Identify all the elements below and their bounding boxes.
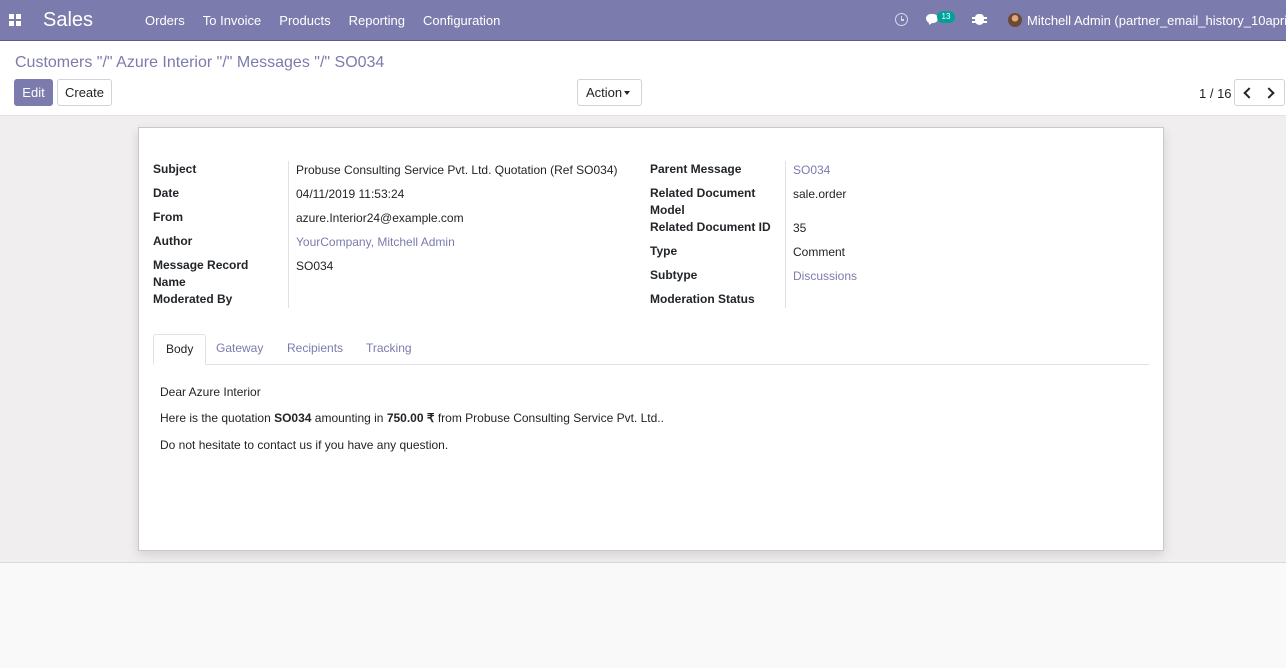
main-menu: Orders To Invoice Products Reporting Con… [136, 0, 509, 41]
tab-gateway[interactable]: Gateway [204, 334, 275, 365]
from-value: azure.Interior24@example.com [296, 211, 464, 225]
top-navbar: Sales Orders To Invoice Products Reporti… [0, 0, 1286, 41]
date-label: Date [153, 186, 180, 200]
pager-value[interactable]: 1 / 16 [1199, 86, 1232, 101]
create-button[interactable]: Create [57, 79, 112, 106]
form-sheet: Subject Date From Author Message Record … [138, 127, 1164, 551]
pager-next-button[interactable] [1259, 79, 1285, 106]
menu-item-products[interactable]: Products [270, 0, 339, 41]
body-quotation-line: Here is the quotation SO034 amounting in… [160, 410, 664, 427]
subtype-link[interactable]: Discussions [793, 268, 857, 285]
moderated-by-label: Moderated By [153, 292, 233, 306]
user-avatar[interactable] [1008, 13, 1022, 27]
subtype-label: Subtype [650, 268, 698, 282]
body-text-fragment: from Probuse Consulting Service Pvt. Ltd… [434, 411, 664, 425]
subject-label: Subject [153, 162, 197, 176]
related-model-value: sale.order [793, 187, 847, 201]
chevron-right-icon [1263, 87, 1275, 99]
chevron-left-icon [1243, 87, 1255, 99]
parent-message-label: Parent Message [650, 162, 742, 176]
from-label: From [153, 210, 183, 224]
body-greeting: Dear Azure Interior [160, 385, 261, 399]
caret-down-icon [624, 91, 630, 95]
record-name-label-line1: Message Record [153, 258, 249, 272]
menu-item-reporting[interactable]: Reporting [340, 0, 414, 41]
control-panel: Customers "/" Azure Interior "/" Message… [0, 41, 1286, 116]
related-id-value: 35 [793, 221, 807, 235]
body-closing: Do not hesitate to contact us if you hav… [160, 438, 449, 452]
body-text-fragment: amounting in [311, 411, 387, 425]
breadcrumb[interactable]: Customers "/" Azure Interior "/" Message… [15, 54, 384, 72]
body-text-fragment: Here is the quotation [160, 411, 275, 425]
messaging-count-badge: 13 [937, 11, 955, 23]
left-group-separator [288, 161, 289, 308]
menu-item-orders[interactable]: Orders [136, 0, 194, 41]
type-value: Comment [793, 245, 846, 259]
moderation-status-label: Moderation Status [650, 292, 755, 306]
menu-item-configuration[interactable]: Configuration [414, 0, 509, 41]
related-model-label-line2: Model [650, 203, 685, 217]
body-amount: 750.00 ₹ [386, 411, 435, 425]
right-group-separator [785, 161, 786, 308]
tab-body[interactable]: Body [153, 334, 207, 365]
pager-previous-button[interactable] [1234, 79, 1260, 106]
date-value: 04/11/2019 11:53:24 [296, 187, 405, 201]
type-label: Type [650, 244, 678, 258]
app-name[interactable]: Sales [43, 9, 93, 32]
author-link[interactable]: YourCompany, Mitchell Admin [296, 234, 455, 251]
parent-message-link[interactable]: SO034 [793, 162, 830, 179]
subject-value: Probuse Consulting Service Pvt. Ltd. Quo… [296, 163, 618, 177]
record-name-value: SO034 [296, 259, 334, 273]
action-label: Action [586, 85, 623, 100]
related-model-label-line1: Related Document [650, 186, 756, 200]
user-menu[interactable]: Mitchell Admin (partner_email_history_10… [1027, 13, 1286, 28]
edit-button[interactable]: Edit [14, 79, 53, 106]
debug-bug-icon[interactable] [972, 14, 987, 25]
notebook-tabs: Body Gateway Recipients Tracking [153, 334, 1149, 365]
apps-menu-icon[interactable] [9, 14, 21, 26]
related-id-label: Related Document ID [650, 220, 771, 234]
menu-item-to-invoice[interactable]: To Invoice [194, 0, 271, 41]
action-dropdown-button[interactable]: Action [577, 79, 642, 106]
tab-tracking[interactable]: Tracking [354, 334, 424, 365]
author-label: Author [153, 234, 193, 248]
tab-recipients[interactable]: Recipients [275, 334, 355, 365]
activity-clock-icon[interactable] [895, 13, 908, 26]
record-name-label-line2: Name [153, 275, 186, 289]
page-footer-area [0, 564, 1286, 668]
body-order-reference: SO034 [274, 411, 312, 425]
